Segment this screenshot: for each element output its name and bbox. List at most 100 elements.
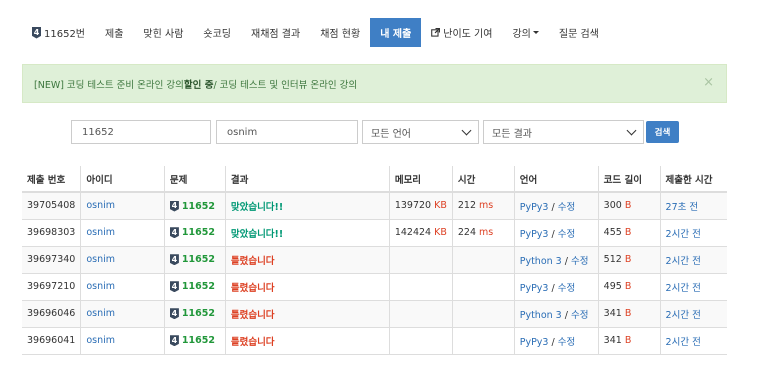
language-link[interactable]: Python 3 — [520, 310, 562, 321]
memory-cell: 142424 KB — [388, 218, 453, 246]
alert-prefix: [NEW] 코딩 테스트 준비 온라인 강의 — [34, 79, 184, 91]
user-cell: osnim — [80, 218, 165, 246]
table-row: 39696041 osnim 4 11652 틀렸습니다 PyPy3 / 수정 341 B… — [22, 326, 727, 355]
code-length-value: 455 — [603, 227, 622, 238]
user-cell: osnim — [80, 299, 165, 327]
submitted-time-link[interactable]: 27초 전 — [666, 202, 699, 213]
tier-badge-icon: 4 — [169, 200, 179, 212]
result-text[interactable]: 틀렸습니다 — [231, 310, 275, 321]
user-id-input[interactable]: osnim — [216, 120, 358, 144]
problem-link[interactable]: 4 11652 — [169, 227, 215, 239]
language-cell: PyPy3 / 수정 — [513, 218, 599, 246]
problem-cell: 4 11652 — [163, 326, 226, 355]
language-link[interactable]: PyPy3 — [520, 229, 549, 240]
tier-badge-icon: 4 — [169, 308, 179, 320]
header-code-length: 코드 길이 — [597, 166, 661, 193]
result-text[interactable]: 맞았습니다!! — [231, 202, 283, 213]
result-text[interactable]: 맞았습니다!! — [231, 229, 283, 240]
problem-id: 11652 — [181, 335, 215, 347]
header-time: 시간 — [451, 166, 515, 193]
user-cell: osnim — [80, 191, 165, 219]
nav-rejudge-results[interactable]: 재채점 결과 — [241, 18, 310, 47]
header-language: 언어 — [513, 166, 599, 193]
result-text[interactable]: 틀렸습니다 — [231, 256, 275, 267]
header-submitted-time: 제출한 시간 — [659, 166, 727, 193]
code-length-cell: 300 B — [597, 191, 661, 219]
nav-lectures-label: 강의 — [512, 29, 531, 40]
edit-link[interactable]: 수정 — [558, 202, 575, 213]
language-link[interactable]: Python 3 — [520, 256, 562, 267]
problem-link[interactable]: 4 11652 — [169, 200, 215, 212]
user-link[interactable]: osnim — [86, 200, 115, 211]
edit-link[interactable]: 수정 — [558, 337, 575, 348]
language-cell: PyPy3 / 수정 — [513, 191, 599, 219]
edit-link[interactable]: 수정 — [558, 229, 575, 240]
submitted-time-link[interactable]: 2시간 전 — [666, 256, 701, 267]
time-unit: ms — [479, 227, 494, 238]
result-select[interactable]: 모든 결과 — [483, 120, 644, 144]
problem-id-input[interactable]: 11652 — [71, 120, 211, 144]
problem-nav: 4 11652번 제출 맞힌 사람 숏코딩 재채점 결과 채점 현황 내 제출 … — [22, 18, 609, 47]
language-select[interactable]: 모든 언어 — [362, 120, 479, 144]
memory-cell — [388, 245, 453, 273]
nav-short-coding[interactable]: 숏코딩 — [193, 18, 241, 47]
edit-link[interactable]: 수정 — [571, 310, 588, 321]
language-link[interactable]: PyPy3 — [520, 283, 549, 294]
submitted-time-link[interactable]: 2시간 전 — [666, 229, 701, 240]
submitted-time-cell: 2시간 전 — [659, 245, 727, 273]
external-link-icon — [431, 28, 441, 37]
problem-link[interactable]: 4 11652 — [169, 335, 215, 347]
user-link[interactable]: osnim — [86, 335, 115, 346]
table-row: 39697210 osnim 4 11652 틀렸습니다 PyPy3 / 수정 495 B… — [22, 272, 727, 300]
submission-id: 39696041 — [22, 326, 81, 355]
nav-lectures-dropdown[interactable]: 강의 — [502, 18, 548, 47]
problem-link[interactable]: 4 11652 — [169, 254, 215, 266]
nav-problem-number[interactable]: 4 11652번 — [22, 18, 95, 47]
header-result: 결과 — [224, 166, 390, 193]
user-link[interactable]: osnim — [86, 308, 115, 319]
code-length-value: 341 — [603, 308, 622, 319]
user-link[interactable]: osnim — [86, 281, 115, 292]
header-submission-id: 제출 번호 — [22, 166, 81, 193]
table-header-row: 제출 번호 아이디 문제 결과 메모리 시간 언어 코드 길이 제출한 시간 — [22, 166, 727, 193]
result-text[interactable]: 틀렸습니다 — [231, 283, 275, 294]
edit-link[interactable]: 수정 — [571, 256, 588, 267]
nav-question-search[interactable]: 질문 검색 — [549, 18, 609, 47]
user-link[interactable]: osnim — [86, 254, 115, 265]
edit-link[interactable]: 수정 — [558, 283, 575, 294]
time-value: 224 — [457, 227, 477, 238]
submitted-time-link[interactable]: 2시간 전 — [666, 310, 701, 321]
user-cell: osnim — [80, 245, 165, 273]
nav-judge-status[interactable]: 채점 현황 — [310, 18, 370, 47]
result-text[interactable]: 틀렸습니다 — [231, 337, 275, 348]
time-cell: 224 ms — [451, 218, 515, 246]
submitted-time-cell: 27초 전 — [659, 191, 727, 219]
submission-id: 39696046 — [22, 299, 81, 327]
user-link[interactable]: osnim — [86, 227, 115, 238]
problem-link[interactable]: 4 11652 — [169, 281, 215, 293]
alert-close-button[interactable]: × — [703, 75, 714, 90]
header-problem: 문제 — [163, 166, 226, 193]
code-length-value: 512 — [603, 254, 622, 265]
code-length-value: 300 — [603, 200, 622, 212]
time-unit: ms — [479, 200, 494, 212]
problem-id: 11652 — [181, 200, 215, 212]
result-cell: 틀렸습니다 — [224, 272, 390, 300]
nav-difficulty-contribution[interactable]: 난이도 기여 — [421, 18, 502, 47]
memory-value: 142424 — [394, 227, 432, 238]
memory-cell — [388, 326, 453, 355]
nav-submit[interactable]: 제출 — [95, 18, 133, 47]
result-cell: 틀렸습니다 — [224, 326, 390, 355]
submitted-time-link[interactable]: 2시간 전 — [666, 283, 701, 294]
nav-my-submissions[interactable]: 내 제출 — [370, 18, 422, 47]
nav-solved-users[interactable]: 맞힌 사람 — [133, 18, 193, 47]
search-button[interactable]: 검색 — [646, 121, 679, 143]
language-link[interactable]: PyPy3 — [520, 337, 549, 348]
language-cell: PyPy3 / 수정 — [513, 326, 599, 355]
language-link[interactable]: PyPy3 — [520, 202, 549, 213]
table-row: 39697340 osnim 4 11652 틀렸습니다 Python 3 / 수정 51… — [22, 245, 727, 273]
tier-badge-icon: 4 — [169, 254, 179, 266]
submitted-time-link[interactable]: 2시간 전 — [666, 337, 701, 348]
code-length-unit: B — [624, 200, 632, 212]
problem-link[interactable]: 4 11652 — [169, 308, 215, 320]
